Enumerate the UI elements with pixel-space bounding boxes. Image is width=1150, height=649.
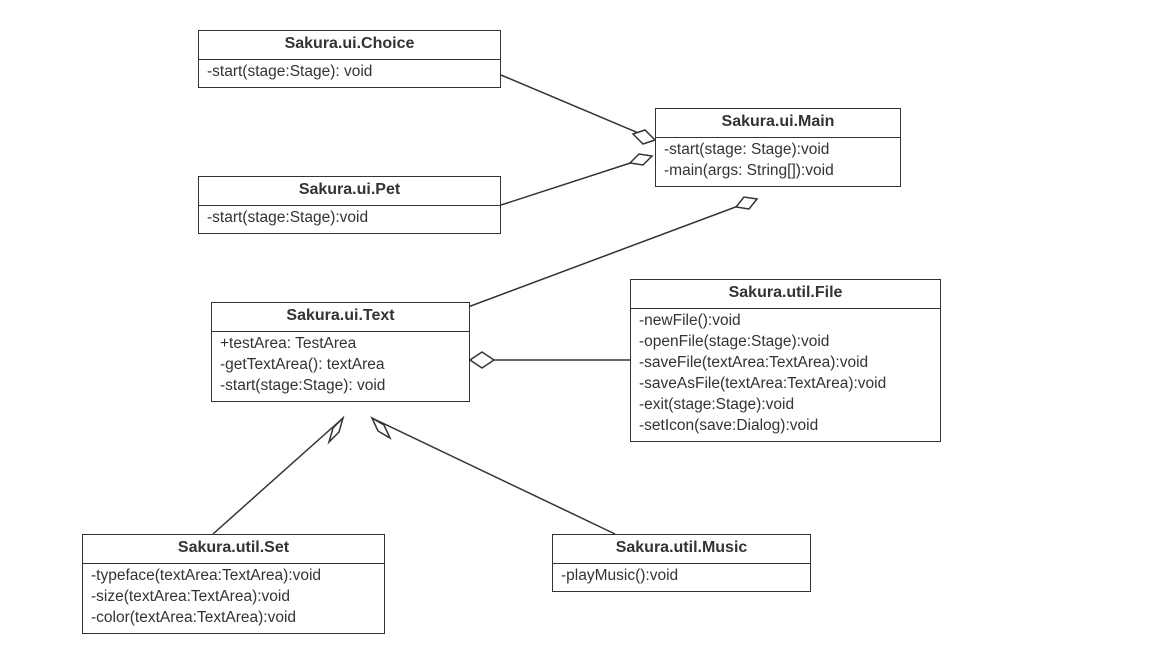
class-text-member: +testArea: TestArea — [220, 334, 461, 355]
edge-music-text — [372, 418, 615, 534]
diamond-pet-main — [630, 154, 652, 165]
class-file-member: -newFile():void — [639, 311, 932, 332]
class-set-title: Sakura.util.Set — [83, 535, 384, 564]
class-main-member: -start(stage: Stage):void — [664, 140, 892, 161]
class-text-member: -getTextArea(): textArea — [220, 355, 461, 376]
class-pet-body: -start(stage:Stage):void — [199, 206, 500, 233]
class-file-member: -saveFile(textArea:TextArea):void — [639, 353, 932, 374]
class-set: Sakura.util.Set -typeface(textArea:TextA… — [82, 534, 385, 634]
class-set-member: -color(textArea:TextArea):void — [91, 608, 376, 629]
diamond-file-text — [470, 352, 494, 368]
diamond-choice-main — [633, 130, 655, 144]
class-file-member: -exit(stage:Stage):void — [639, 395, 932, 416]
diamond-set-text — [329, 418, 343, 442]
class-set-body: -typeface(textArea:TextArea):void -size(… — [83, 564, 384, 633]
class-text-body: +testArea: TestArea -getTextArea(): text… — [212, 332, 469, 401]
class-choice-body: -start(stage:Stage): void — [199, 60, 500, 87]
edge-choice-main — [501, 75, 655, 140]
class-file-body: -newFile():void -openFile(stage:Stage):v… — [631, 309, 940, 441]
class-file-member: -openFile(stage:Stage):void — [639, 332, 932, 353]
class-main-body: -start(stage: Stage):void -main(args: St… — [656, 138, 900, 186]
class-choice-member: -start(stage:Stage): void — [207, 62, 492, 83]
diamond-music-text — [372, 418, 390, 438]
class-pet: Sakura.ui.Pet -start(stage:Stage):void — [198, 176, 501, 234]
edge-pet-main — [501, 156, 652, 205]
class-pet-member: -start(stage:Stage):void — [207, 208, 492, 229]
class-main-member: -main(args: String[]):void — [664, 161, 892, 182]
diamond-text-main — [736, 197, 757, 209]
class-set-member: -size(textArea:TextArea):void — [91, 587, 376, 608]
class-choice: Sakura.ui.Choice -start(stage:Stage): vo… — [198, 30, 501, 88]
class-file-member: -setIcon(save:Dialog):void — [639, 416, 932, 437]
class-music: Sakura.util.Music -playMusic():void — [552, 534, 811, 592]
class-file: Sakura.util.File -newFile():void -openFi… — [630, 279, 941, 442]
class-main-title: Sakura.ui.Main — [656, 109, 900, 138]
class-file-member: -saveAsFile(textArea:TextArea):void — [639, 374, 932, 395]
class-set-member: -typeface(textArea:TextArea):void — [91, 566, 376, 587]
uml-canvas: Sakura.ui.Choice -start(stage:Stage): vo… — [0, 0, 1150, 649]
class-music-title: Sakura.util.Music — [553, 535, 810, 564]
edge-set-text — [213, 418, 343, 534]
class-music-member: -playMusic():void — [561, 566, 802, 587]
class-text-member: -start(stage:Stage): void — [220, 376, 461, 397]
class-text-title: Sakura.ui.Text — [212, 303, 469, 332]
class-pet-title: Sakura.ui.Pet — [199, 177, 500, 206]
class-text: Sakura.ui.Text +testArea: TestArea -getT… — [211, 302, 470, 402]
class-file-title: Sakura.util.File — [631, 280, 940, 309]
class-choice-title: Sakura.ui.Choice — [199, 31, 500, 60]
class-music-body: -playMusic():void — [553, 564, 810, 591]
class-main: Sakura.ui.Main -start(stage: Stage):void… — [655, 108, 901, 187]
